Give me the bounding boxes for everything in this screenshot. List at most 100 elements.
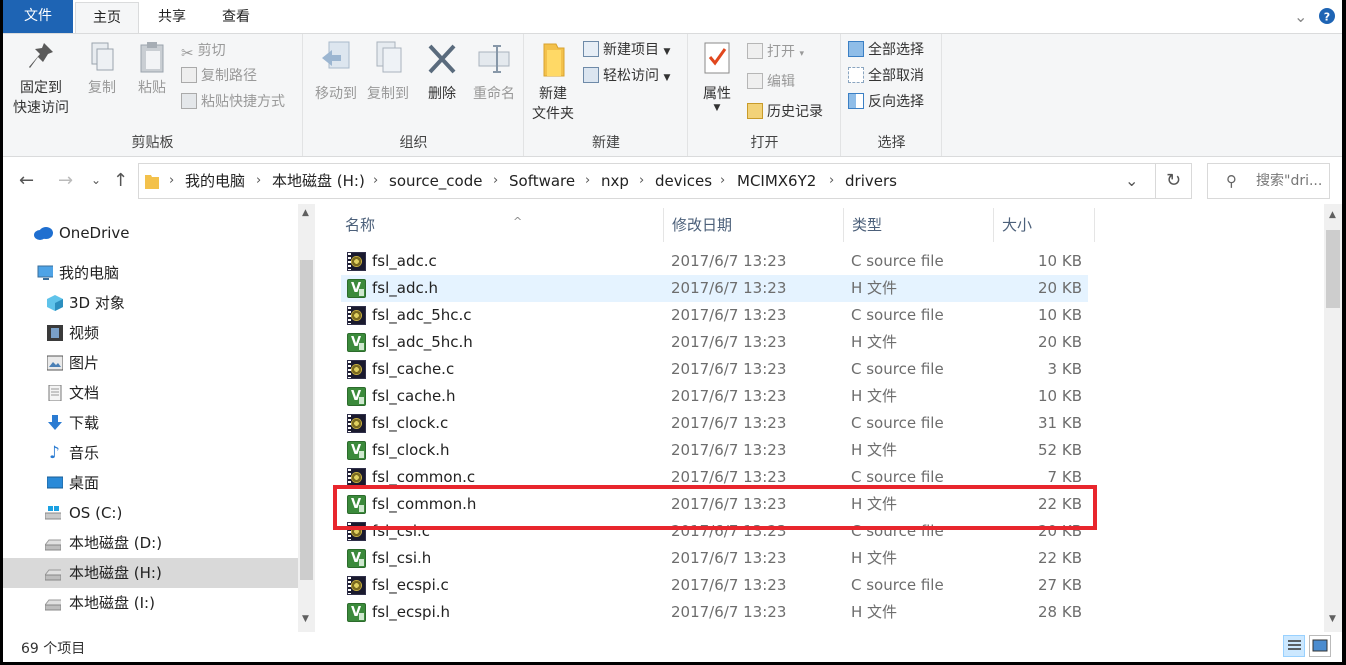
properties-button[interactable]: 属性 ▼ xyxy=(695,38,739,113)
file-type: C source file xyxy=(851,252,944,270)
file-date: 2017/6/7 13:23 xyxy=(671,360,787,378)
invert-selection-button[interactable]: 反向选择 xyxy=(848,90,924,114)
column-header-size[interactable]: 大小 xyxy=(994,208,1095,242)
breadcrumb-item[interactable]: drivers xyxy=(845,164,897,198)
breadcrumb-item[interactable]: devices xyxy=(655,164,712,198)
breadcrumb-separator-icon: › xyxy=(720,173,726,188)
nav-item-this-pc[interactable]: 我的电脑 xyxy=(3,258,298,288)
table-row[interactable]: fsl_clock.c 2017/6/7 13:23 C source file 31… xyxy=(341,410,1088,437)
nav-item-drive-d[interactable]: 本地磁盘 (D:) xyxy=(3,528,298,558)
breadcrumb-separator-icon: › xyxy=(373,173,379,188)
edit-button[interactable]: 编辑 xyxy=(747,70,795,94)
open-icon xyxy=(747,43,763,59)
breadcrumb-item[interactable]: nxp xyxy=(601,164,629,198)
table-row[interactable]: fsl_adc_5hc.c 2017/6/7 13:23 C source file… xyxy=(341,302,1088,329)
file-type: H 文件 xyxy=(851,441,898,459)
file-list-scrollbar[interactable]: ▲ ▼ xyxy=(1324,204,1342,632)
history-button[interactable]: 历史记录 xyxy=(747,100,823,124)
scroll-down-arrow-icon[interactable]: ▼ xyxy=(1329,614,1336,624)
scroll-up-arrow-icon[interactable]: ▲ xyxy=(1329,210,1336,220)
group-label-new: 新建 xyxy=(592,135,620,151)
paste-shortcut-button[interactable]: 粘贴快捷方式 xyxy=(181,90,285,114)
nav-item-drive-i[interactable]: 本地磁盘 (I:) xyxy=(3,588,298,618)
nav-item-onedrive[interactable]: OneDrive xyxy=(3,218,298,248)
file-size: 22 KB xyxy=(1038,549,1082,567)
details-view-icon[interactable] xyxy=(1283,635,1305,657)
nav-item-label: OneDrive xyxy=(59,224,130,242)
delete-button[interactable]: 删除 xyxy=(420,38,464,104)
address-history-chevron-icon[interactable]: ⌄ xyxy=(1125,164,1138,198)
breadcrumb-item[interactable]: 我的电脑 xyxy=(185,164,245,198)
copy-to-button[interactable]: 复制到 xyxy=(360,38,416,104)
new-folder-button[interactable]: 新建 文件夹 xyxy=(529,38,577,124)
nav-item-pictures[interactable]: 图片 xyxy=(3,348,298,378)
nav-item-desktop[interactable]: 桌面 xyxy=(3,468,298,498)
select-none-icon xyxy=(848,67,864,83)
select-all-label: 全部选择 xyxy=(868,42,924,58)
nav-item-documents[interactable]: 文档 xyxy=(3,378,298,408)
refresh-icon[interactable]: ↻ xyxy=(1156,163,1192,199)
column-header-type[interactable]: 类型 xyxy=(844,208,994,242)
cut-button[interactable]: ✂ 剪切 xyxy=(181,39,226,63)
breadcrumb-item[interactable]: 本地磁盘 (H:) xyxy=(272,164,365,198)
up-arrow-icon[interactable]: ↑ xyxy=(113,170,128,191)
scroll-up-arrow-icon[interactable]: ▲ xyxy=(302,208,309,218)
tab-share[interactable]: 共享 xyxy=(143,2,201,33)
select-none-button[interactable]: 全部取消 xyxy=(848,64,924,88)
breadcrumb-item[interactable]: MCIMX6Y2 xyxy=(737,164,816,198)
table-row[interactable]: fsl_csi.h 2017/6/7 13:23 H 文件 22 KB xyxy=(341,545,1088,572)
table-row[interactable]: fsl_ecspi.h 2017/6/7 13:23 H 文件 28 KB xyxy=(341,599,1088,626)
column-header-date[interactable]: 修改日期 xyxy=(664,208,844,242)
easy-access-button[interactable]: 轻松访问 ▼ xyxy=(583,64,670,88)
table-row[interactable]: fsl_adc.h 2017/6/7 13:23 H 文件 20 KB xyxy=(341,275,1088,302)
address-bar[interactable]: › 我的电脑 › 本地磁盘 (H:) › source_code › Softw… xyxy=(138,163,1156,199)
pin-quick-access-button[interactable]: 固定到 快速访问 xyxy=(9,38,73,118)
scroll-down-arrow-icon[interactable]: ▼ xyxy=(302,614,309,624)
tab-home[interactable]: 主页 xyxy=(75,2,139,33)
nav-scrollbar[interactable]: ▲ ▼ xyxy=(298,204,315,632)
column-header-label: 类型 xyxy=(852,216,883,234)
nav-item-downloads[interactable]: 下载 xyxy=(3,408,298,438)
copy-icon xyxy=(91,42,114,71)
new-item-button[interactable]: 新建项目 ▼ xyxy=(583,38,670,62)
drive-icon xyxy=(45,539,61,551)
nav-item-drive-h[interactable]: 本地磁盘 (H:) xyxy=(3,558,298,588)
table-row[interactable]: fsl_ecspi.c 2017/6/7 13:23 C source file 27… xyxy=(341,572,1088,599)
copy-button[interactable]: 复制 xyxy=(79,38,125,98)
back-arrow-icon[interactable]: ← xyxy=(19,170,34,191)
move-to-button[interactable]: 移动到 xyxy=(308,38,364,104)
group-open: 属性 ▼ 打开 ▾ 编辑 历史记录 打开 xyxy=(689,34,841,156)
breadcrumb-item[interactable]: source_code xyxy=(389,164,483,198)
nav-item-music[interactable]: ♪ 音乐 xyxy=(3,438,298,468)
select-all-button[interactable]: 全部选择 xyxy=(848,38,924,62)
table-row[interactable]: fsl_cache.h 2017/6/7 13:23 H 文件 10 KB xyxy=(341,383,1088,410)
table-row[interactable]: fsl_cache.c 2017/6/7 13:23 C source file 3 … xyxy=(341,356,1088,383)
file-name: fsl_cache.c xyxy=(372,360,455,378)
paste-shortcut-label: 粘贴快捷方式 xyxy=(201,94,285,110)
recent-locations-chevron-icon[interactable]: ⌄ xyxy=(91,173,101,187)
open-button[interactable]: 打开 ▾ xyxy=(747,40,804,64)
table-row[interactable]: fsl_adc_5hc.h 2017/6/7 13:23 H 文件 20 KB xyxy=(341,329,1088,356)
help-icon[interactable]: ? xyxy=(1319,8,1335,28)
tab-file[interactable]: 文件 xyxy=(3,0,73,33)
nav-scrollbar-thumb[interactable] xyxy=(300,260,313,580)
rename-button[interactable]: 重命名 xyxy=(466,38,522,104)
file-size: 31 KB xyxy=(1038,414,1082,432)
search-input[interactable]: ⚲ 搜索"dri... xyxy=(1207,163,1330,199)
breadcrumb-item[interactable]: Software xyxy=(509,164,575,198)
table-row[interactable]: fsl_clock.h 2017/6/7 13:23 H 文件 52 KB xyxy=(341,437,1088,464)
copy-path-button[interactable]: 复制路径 xyxy=(181,64,257,88)
item-count: 69 个项目 xyxy=(21,641,86,657)
large-icons-view-icon[interactable] xyxy=(1309,635,1331,657)
nav-item-videos[interactable]: 视频 xyxy=(3,318,298,348)
properties-icon xyxy=(704,42,730,74)
forward-arrow-icon[interactable]: → xyxy=(58,170,73,191)
table-row[interactable]: fsl_adc.c 2017/6/7 13:23 C source file 10 K… xyxy=(341,248,1088,275)
file-list-scrollbar-thumb[interactable] xyxy=(1326,230,1340,308)
nav-item-3d-objects[interactable]: 3D 对象 xyxy=(3,288,298,318)
paste-button[interactable]: 粘贴 xyxy=(129,38,175,98)
nav-item-drive-c[interactable]: OS (C:) xyxy=(3,498,298,528)
tab-view[interactable]: 查看 xyxy=(207,2,265,33)
collapse-ribbon-icon[interactable]: ⌄ xyxy=(1294,7,1307,26)
column-header-name[interactable]: 名称 ^ xyxy=(337,208,664,242)
